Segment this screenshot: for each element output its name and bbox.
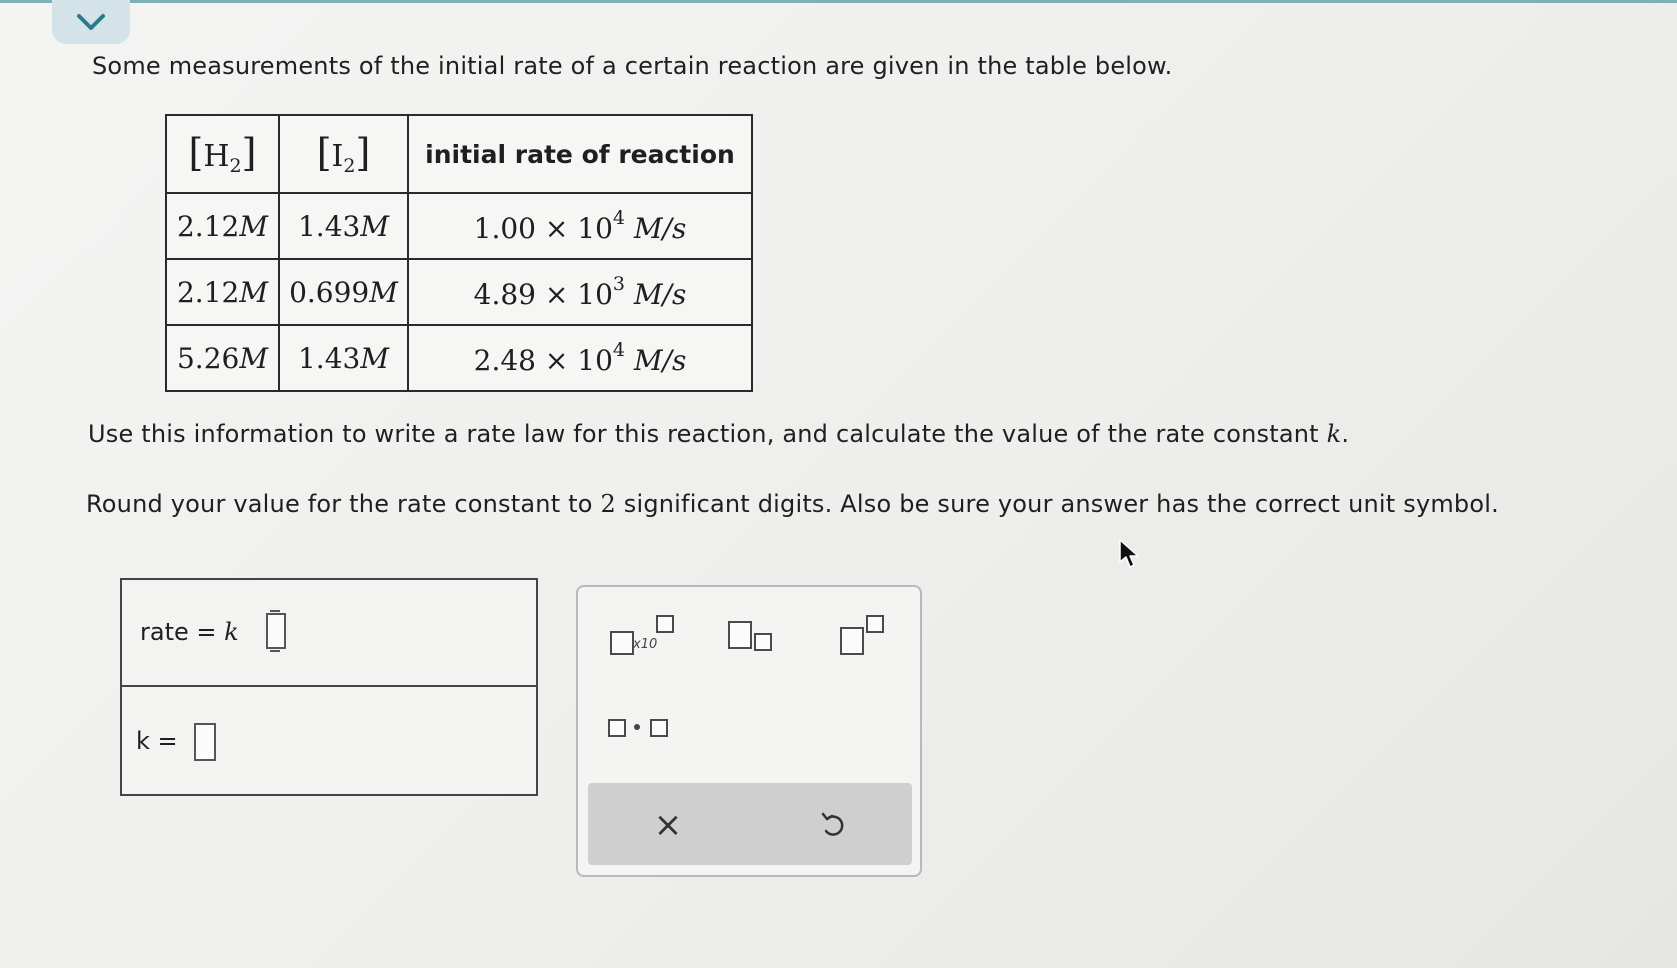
placeholder-box-icon [608,719,626,737]
multiply-dot-button[interactable] [608,713,674,743]
i2-cell: 1.43M [278,324,409,392]
h2-cell: 2.12M [165,258,280,326]
top-accent-line [0,0,1677,3]
placeholder-box-icon [656,615,674,633]
rate-constant-row: k = [122,687,536,794]
superscript-button[interactable] [840,615,890,655]
placeholder-box-icon [610,631,634,655]
undo-button[interactable] [808,803,858,847]
placeholder-box-icon [754,633,772,651]
clear-button[interactable]: × [643,803,693,847]
header-h2: [H2] [165,114,280,194]
dot-icon [634,724,640,730]
collapse-button[interactable] [52,0,130,44]
h2-cell: 5.26M [165,324,280,392]
table-row: 2.12M 0.699M 4.89 × 103 M/s [165,258,753,326]
instruction-rate-law: Use this information to write a rate law… [88,420,1350,448]
math-palette: x10 × [576,585,922,877]
subscript-button[interactable] [728,617,778,657]
i2-cell: 1.43M [278,192,409,260]
rate-data-table: [H2] [I2] initial rate of reaction 2.12M… [165,114,753,392]
header-i2: [I2] [278,114,409,194]
placeholder-box-icon [866,615,884,633]
rate-cell: 1.00 × 104 M/s [407,192,753,260]
undo-icon [821,812,844,836]
placeholder-box-icon [840,627,864,655]
rate-cell: 2.48 × 104 M/s [407,324,753,392]
rate-constant-input[interactable] [194,723,216,761]
placeholder-box-icon [728,621,752,649]
instruction-rounding: Round your value for the rate constant t… [86,490,1499,518]
mouse-pointer-icon [1119,539,1139,568]
header-initial-rate: initial rate of reaction [407,114,753,194]
i2-cell: 0.699M [278,258,409,326]
table-header-row: [H2] [I2] initial rate of reaction [165,114,753,194]
action-bar: × [588,783,912,865]
rate-law-row: rate = k [122,580,536,687]
rate-law-input[interactable] [266,610,286,652]
h2-cell: 2.12M [165,192,280,260]
rate-cell: 4.89 × 103 M/s [407,258,753,326]
scientific-notation-button[interactable]: x10 [608,615,678,655]
chevron-down-icon [77,14,105,30]
question-intro: Some measurements of the initial rate of… [92,52,1173,80]
rate-label: rate = k [140,618,239,646]
table-row: 2.12M 1.43M 1.00 × 104 M/s [165,192,753,260]
k-label: k = [136,727,178,755]
table-row: 5.26M 1.43M 2.48 × 104 M/s [165,324,753,392]
placeholder-box-icon [650,719,668,737]
x10-label: x10 [633,637,658,652]
answer-box: rate = k k = [120,578,538,796]
